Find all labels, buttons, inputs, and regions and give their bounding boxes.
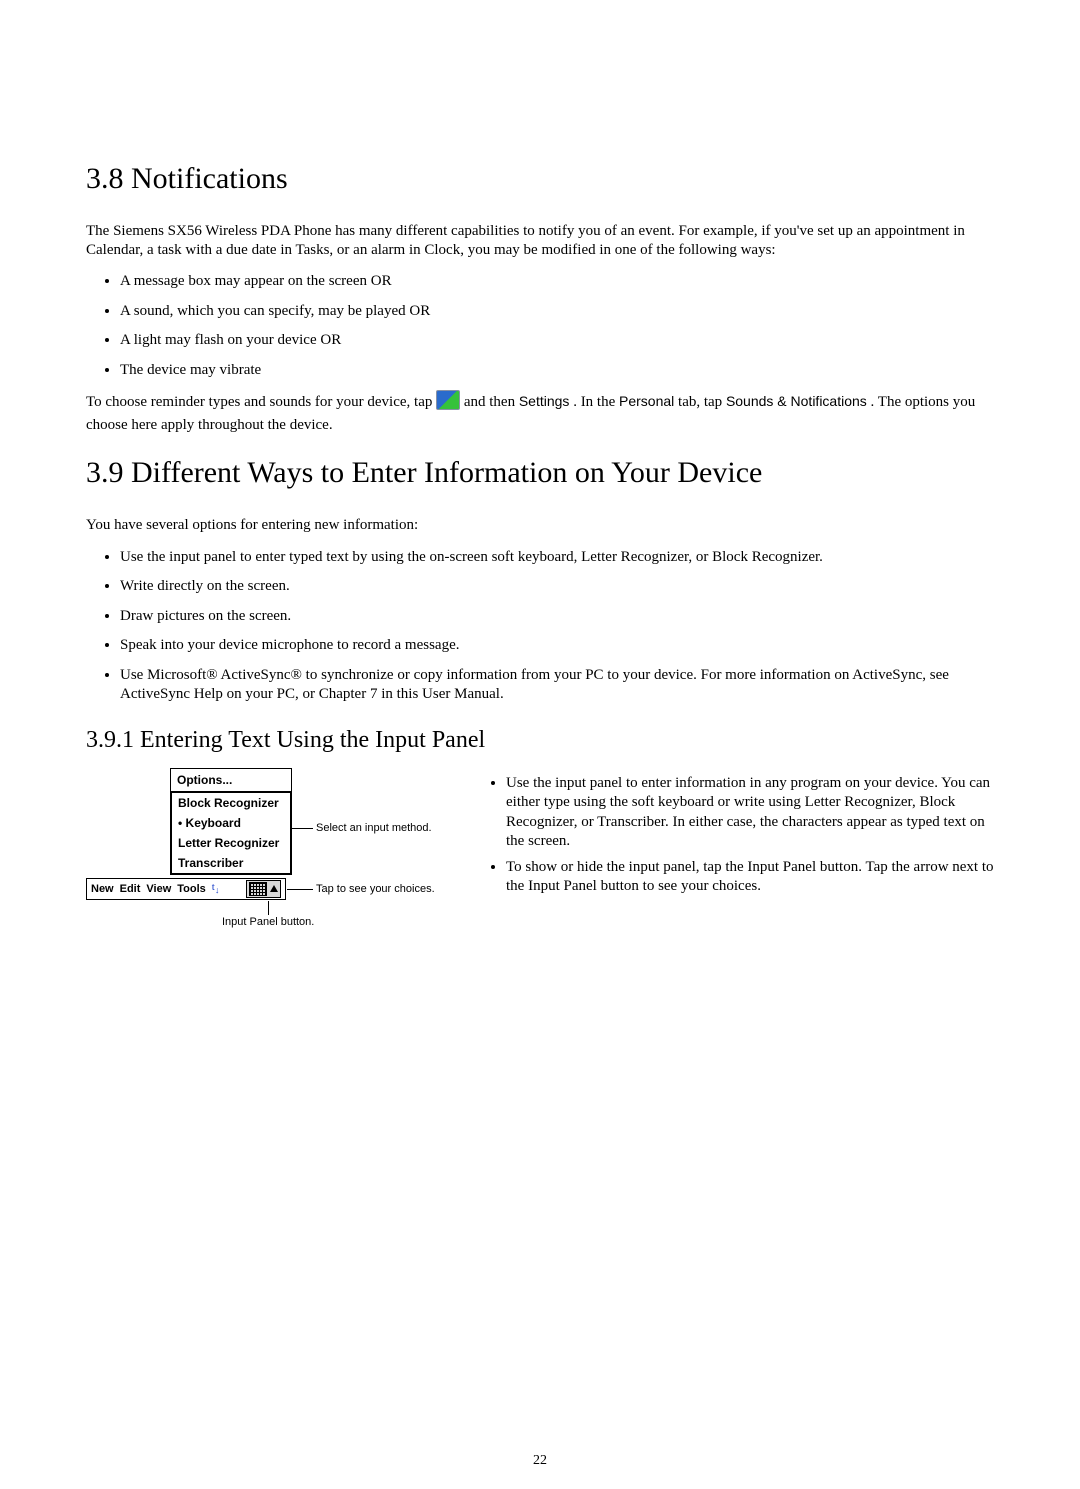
method-block-recognizer[interactable]: Block Recognizer — [172, 793, 290, 813]
list-item: The device may vibrate — [120, 361, 994, 381]
menu-edit[interactable]: Edit — [120, 883, 141, 895]
list-item: Use the input panel to enter information… — [506, 774, 994, 852]
input-method-list: Block Recognizer • Keyboard Letter Recog… — [170, 791, 292, 875]
list-item: A message box may appear on the screen O… — [120, 272, 994, 292]
keyboard-icon — [249, 882, 267, 896]
list-item: To show or hide the input panel, tap the… — [506, 858, 994, 897]
heading-3-9-enter-info: 3.9 Different Ways to Enter Information … — [86, 456, 994, 490]
method-keyboard[interactable]: • Keyboard — [172, 813, 290, 833]
callout-tap-choices: Tap to see your choices. — [316, 883, 435, 895]
menu-view[interactable]: View — [146, 883, 171, 895]
list-item: Use Microsoft® ActiveSync® to synchroniz… — [120, 666, 994, 705]
ui-term-sounds-notifications: Sounds & Notifications — [726, 393, 867, 409]
arrow-up-icon — [270, 885, 278, 892]
list-item: Draw pictures on the screen. — [120, 607, 994, 627]
heading-3-9-1-input-panel: 3.9.1 Entering Text Using the Input Pane… — [86, 727, 994, 754]
list-item: Speak into your device microphone to rec… — [120, 636, 994, 656]
text-span: . In the — [573, 394, 619, 410]
ui-term-personal: Personal — [619, 393, 674, 409]
method-letter-recognizer[interactable]: Letter Recognizer — [172, 833, 290, 853]
page-number: 22 — [0, 1453, 1080, 1469]
ui-term-settings: Settings — [519, 393, 570, 409]
text-span: and then — [464, 394, 519, 410]
callout-select-method: Select an input method. — [316, 822, 432, 834]
cursor-icon: t↓ — [212, 881, 220, 895]
method-transcriber[interactable]: Transcriber — [172, 853, 290, 873]
input-panel-button[interactable] — [246, 880, 281, 898]
list-3-9-options: Use the input panel to enter typed text … — [86, 548, 994, 705]
list-item: A light may flash on your device OR — [120, 331, 994, 351]
heading-3-8-notifications: 3.8 Notifications — [86, 162, 994, 196]
callout-input-panel-button: Input Panel button. — [222, 916, 314, 928]
start-flag-icon — [436, 390, 460, 410]
list-3-8-ways: A message box may appear on the screen O… — [86, 272, 994, 380]
editor-menubar: New Edit View Tools t↓ — [86, 878, 286, 900]
input-method-popup: Options... Block Recognizer • Keyboard L… — [170, 768, 292, 875]
para-3-8-settings: To choose reminder types and sounds for … — [86, 390, 994, 436]
list-item: A sound, which you can specify, may be p… — [120, 302, 994, 322]
text-span: To choose reminder types and sounds for … — [86, 394, 436, 410]
list-item: Use the input panel to enter typed text … — [120, 548, 994, 568]
para-3-9-intro: You have several options for entering ne… — [86, 516, 994, 535]
menu-tools[interactable]: Tools — [177, 883, 206, 895]
input-panel-description: Use the input panel to enter information… — [472, 768, 994, 903]
para-3-8-intro: The Siemens SX56 Wireless PDA Phone has … — [86, 222, 994, 260]
menu-new[interactable]: New — [91, 883, 114, 895]
list-item: Write directly on the screen. — [120, 577, 994, 597]
popup-options-item[interactable]: Options... — [171, 769, 291, 792]
text-span: tab, tap — [678, 394, 726, 410]
